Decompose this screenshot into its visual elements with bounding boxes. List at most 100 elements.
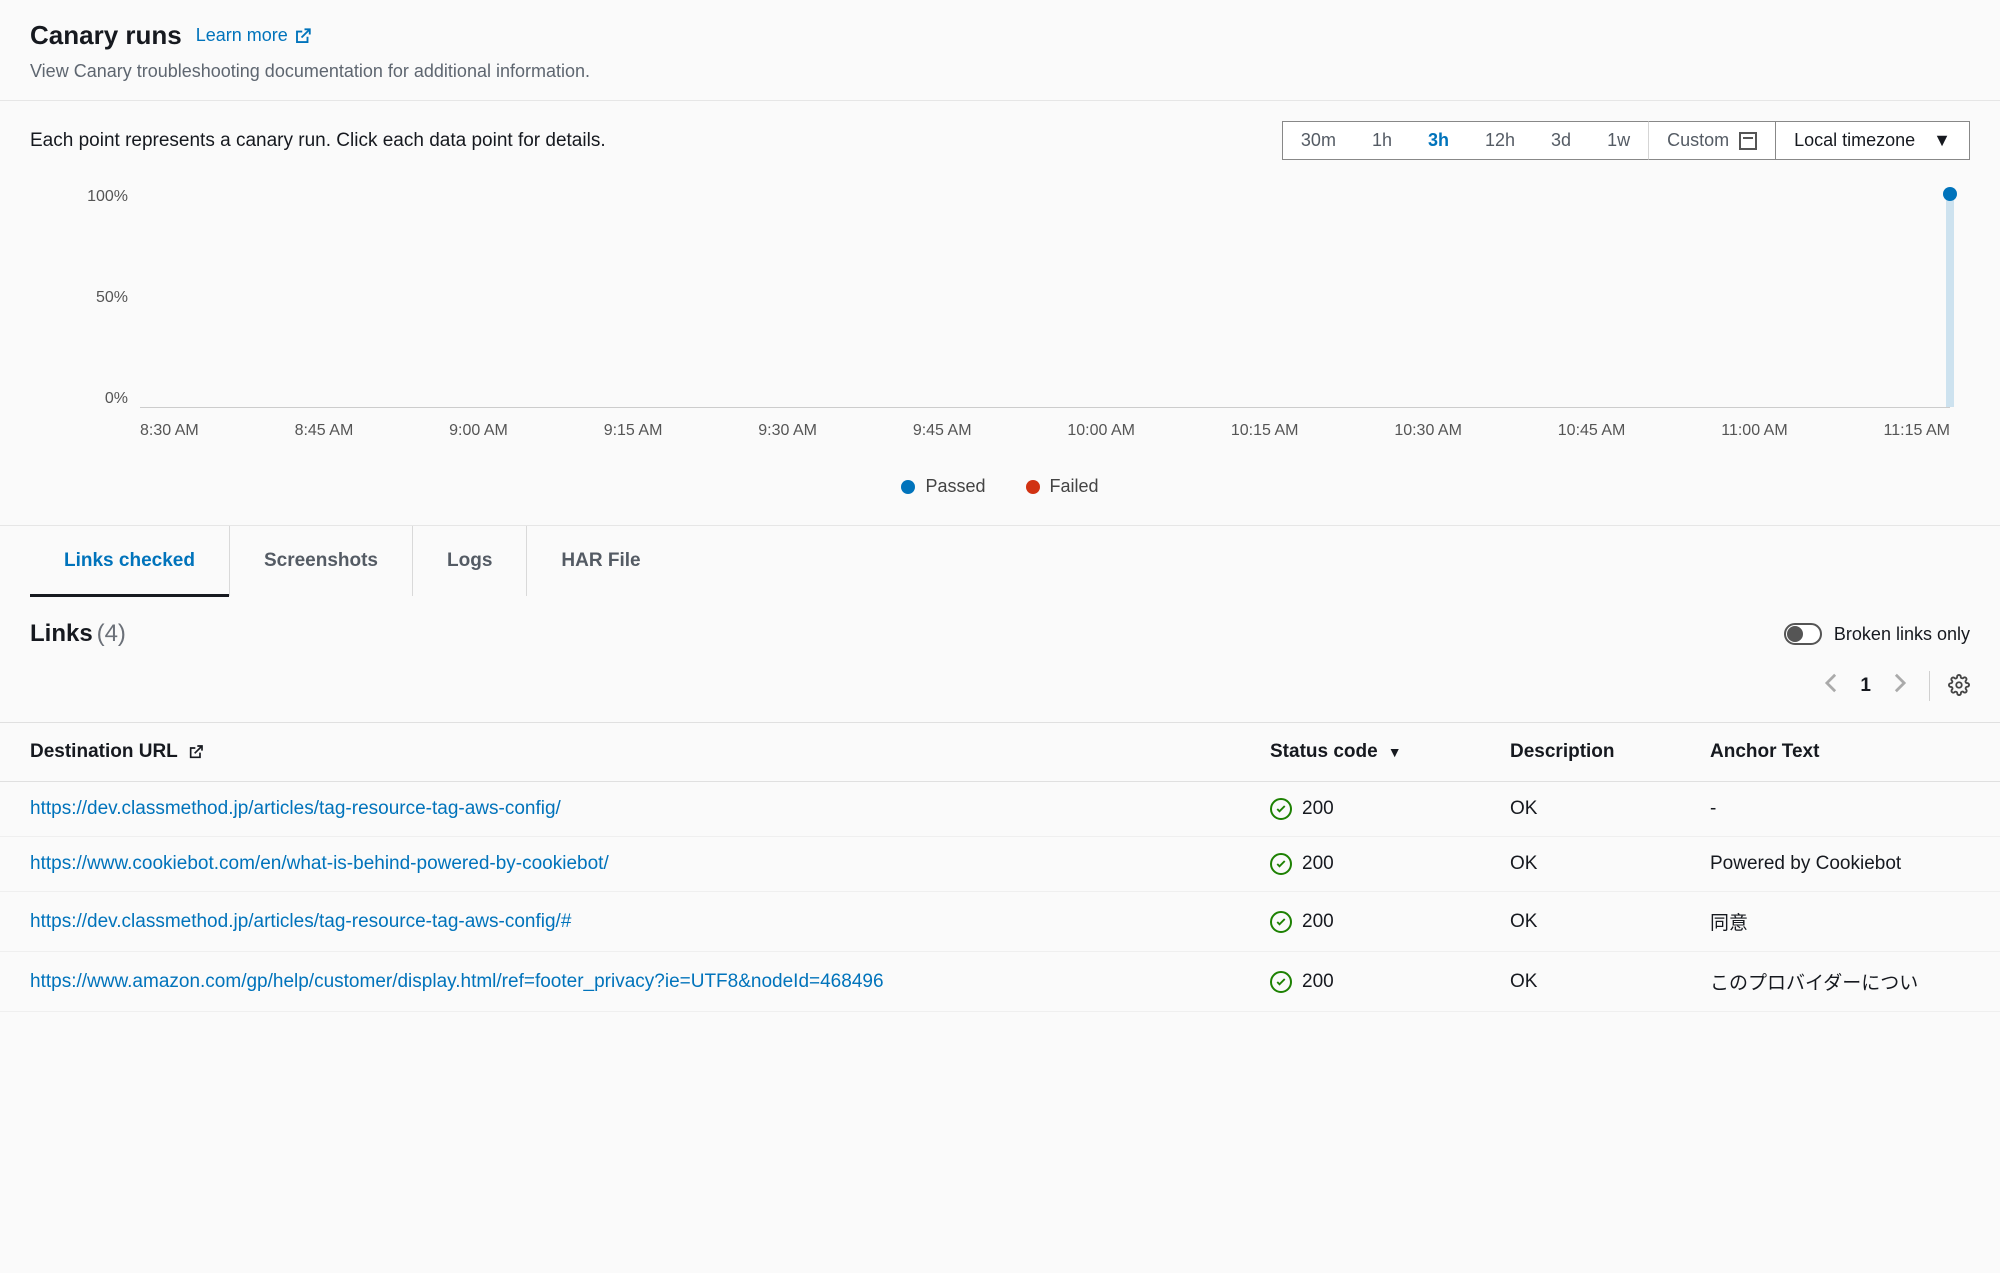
status-cell: 200 bbox=[1240, 892, 1480, 952]
col-header-status[interactable]: Status code ▼ bbox=[1240, 723, 1480, 782]
x-tick: 11:00 AM bbox=[1721, 422, 1787, 440]
x-tick: 11:15 AM bbox=[1884, 422, 1950, 440]
time-range-30m[interactable]: 30m bbox=[1283, 122, 1354, 159]
chart-hint: Each point represents a canary run. Clic… bbox=[30, 130, 606, 152]
url-cell[interactable]: https://www.cookiebot.com/en/what-is-beh… bbox=[0, 837, 1240, 892]
status-code: 200 bbox=[1302, 798, 1334, 820]
url-cell[interactable]: https://dev.classmethod.jp/articles/tag-… bbox=[0, 782, 1240, 837]
time-range-3d[interactable]: 3d bbox=[1533, 122, 1589, 159]
pager-next[interactable] bbox=[1889, 668, 1911, 704]
tab-har-file[interactable]: HAR File bbox=[527, 526, 674, 596]
url-cell[interactable]: https://dev.classmethod.jp/articles/tag-… bbox=[0, 892, 1240, 952]
time-range-1h[interactable]: 1h bbox=[1354, 122, 1410, 159]
y-tick: 0% bbox=[105, 390, 128, 408]
sort-desc-icon: ▼ bbox=[1388, 744, 1402, 760]
settings-button[interactable] bbox=[1948, 674, 1970, 699]
page-title: Canary runs bbox=[30, 20, 182, 51]
x-tick: 10:45 AM bbox=[1558, 422, 1626, 440]
success-icon bbox=[1270, 911, 1292, 933]
chevron-down-icon: ▼ bbox=[1933, 130, 1951, 151]
x-tick: 9:30 AM bbox=[758, 422, 817, 440]
y-tick: 50% bbox=[96, 289, 128, 307]
url-cell[interactable]: https://www.amazon.com/gp/help/customer/… bbox=[0, 952, 1240, 1012]
learn-more-label: Learn more bbox=[196, 25, 288, 46]
links-count: (4) bbox=[97, 620, 126, 647]
status-cell: 200 bbox=[1240, 837, 1480, 892]
pager-sep bbox=[1929, 671, 1930, 701]
anchor-cell: Powered by Cookiebot bbox=[1680, 837, 2000, 892]
status-code: 200 bbox=[1302, 971, 1334, 993]
legend-label-passed: Passed bbox=[925, 476, 985, 497]
anchor-cell: このプロバイダーについ bbox=[1680, 952, 2000, 1012]
broken-links-toggle[interactable] bbox=[1784, 623, 1822, 645]
toggle-knob bbox=[1787, 626, 1803, 642]
desc-cell: OK bbox=[1480, 837, 1680, 892]
x-tick: 8:30 AM bbox=[140, 422, 199, 440]
x-tick: 10:00 AM bbox=[1067, 422, 1135, 440]
pager: 1 bbox=[0, 658, 2000, 722]
custom-range-button[interactable]: Custom bbox=[1648, 121, 1776, 160]
success-icon bbox=[1270, 971, 1292, 993]
col-header-url-label: Destination URL bbox=[30, 741, 178, 763]
time-controls: 30m1h3h12h3d1w Custom Local timezone ▼ bbox=[1282, 121, 1970, 160]
legend-item-failed: Failed bbox=[1026, 476, 1099, 497]
x-tick: 9:00 AM bbox=[449, 422, 508, 440]
x-tick: 10:15 AM bbox=[1231, 422, 1299, 440]
desc-cell: OK bbox=[1480, 952, 1680, 1012]
gear-icon bbox=[1948, 674, 1970, 696]
external-link-icon bbox=[294, 27, 312, 45]
links-table: Destination URL Status code ▼ Descriptio… bbox=[0, 722, 2000, 1012]
time-range-3h[interactable]: 3h bbox=[1410, 122, 1467, 159]
tab-links-checked[interactable]: Links checked bbox=[30, 526, 230, 596]
anchor-cell: - bbox=[1680, 782, 2000, 837]
desc-cell: OK bbox=[1480, 782, 1680, 837]
time-range-group: 30m1h3h12h3d1w bbox=[1282, 121, 1648, 160]
desc-cell: OK bbox=[1480, 892, 1680, 952]
legend-item-passed: Passed bbox=[901, 476, 985, 497]
legend-label-failed: Failed bbox=[1050, 476, 1099, 497]
tab-logs[interactable]: Logs bbox=[413, 526, 527, 596]
x-tick: 9:45 AM bbox=[913, 422, 972, 440]
x-tick: 10:30 AM bbox=[1394, 422, 1462, 440]
learn-more-link[interactable]: Learn more bbox=[196, 25, 312, 46]
pager-prev[interactable] bbox=[1820, 668, 1842, 704]
links-title: Links bbox=[30, 620, 93, 647]
timezone-label: Local timezone bbox=[1794, 130, 1915, 151]
col-header-desc[interactable]: Description bbox=[1480, 723, 1680, 782]
anchor-cell: 同意 bbox=[1680, 892, 2000, 952]
x-tick: 9:15 AM bbox=[604, 422, 663, 440]
legend-dot-failed bbox=[1026, 480, 1040, 494]
broken-links-label: Broken links only bbox=[1834, 624, 1970, 645]
links-title-wrap: Links (4) bbox=[30, 620, 126, 648]
chart-y-axis: 100% 50% 0% bbox=[72, 188, 128, 408]
custom-range-label: Custom bbox=[1667, 130, 1729, 151]
col-header-anchor[interactable]: Anchor Text bbox=[1680, 723, 2000, 782]
table-row: https://www.amazon.com/gp/help/customer/… bbox=[0, 952, 2000, 1012]
success-icon bbox=[1270, 853, 1292, 875]
chart-area: 100%50%0% 8:30 AM8:45 AM9:00 AM9:15 AM9:… bbox=[80, 188, 1970, 468]
time-range-12h[interactable]: 12h bbox=[1467, 122, 1533, 159]
time-range-1w[interactable]: 1w bbox=[1589, 122, 1648, 159]
legend-dot-passed bbox=[901, 480, 915, 494]
pager-page: 1 bbox=[1860, 675, 1871, 697]
page-subtitle: View Canary troubleshooting documentatio… bbox=[30, 61, 1970, 82]
tab-screenshots[interactable]: Screenshots bbox=[230, 526, 413, 596]
status-code: 200 bbox=[1302, 853, 1334, 875]
calendar-icon bbox=[1739, 132, 1757, 150]
table-row: https://www.cookiebot.com/en/what-is-beh… bbox=[0, 837, 2000, 892]
table-row: https://dev.classmethod.jp/articles/tag-… bbox=[0, 892, 2000, 952]
y-tick: 100% bbox=[87, 188, 128, 206]
external-link-icon bbox=[188, 744, 204, 760]
tabs: Links checkedScreenshotsLogsHAR File bbox=[0, 526, 2000, 596]
chart-plot[interactable] bbox=[140, 194, 1950, 408]
data-stem bbox=[1946, 194, 1954, 407]
data-point[interactable] bbox=[1943, 187, 1957, 201]
timezone-select[interactable]: Local timezone ▼ bbox=[1776, 121, 1970, 160]
chart-x-axis: 8:30 AM8:45 AM9:00 AM9:15 AM9:30 AM9:45 … bbox=[140, 422, 1950, 440]
chart-legend: Passed Failed bbox=[30, 476, 1970, 497]
status-cell: 200 bbox=[1240, 952, 1480, 1012]
status-cell: 200 bbox=[1240, 782, 1480, 837]
col-header-status-label: Status code bbox=[1270, 741, 1378, 763]
col-header-url[interactable]: Destination URL bbox=[0, 723, 1240, 782]
success-icon bbox=[1270, 798, 1292, 820]
